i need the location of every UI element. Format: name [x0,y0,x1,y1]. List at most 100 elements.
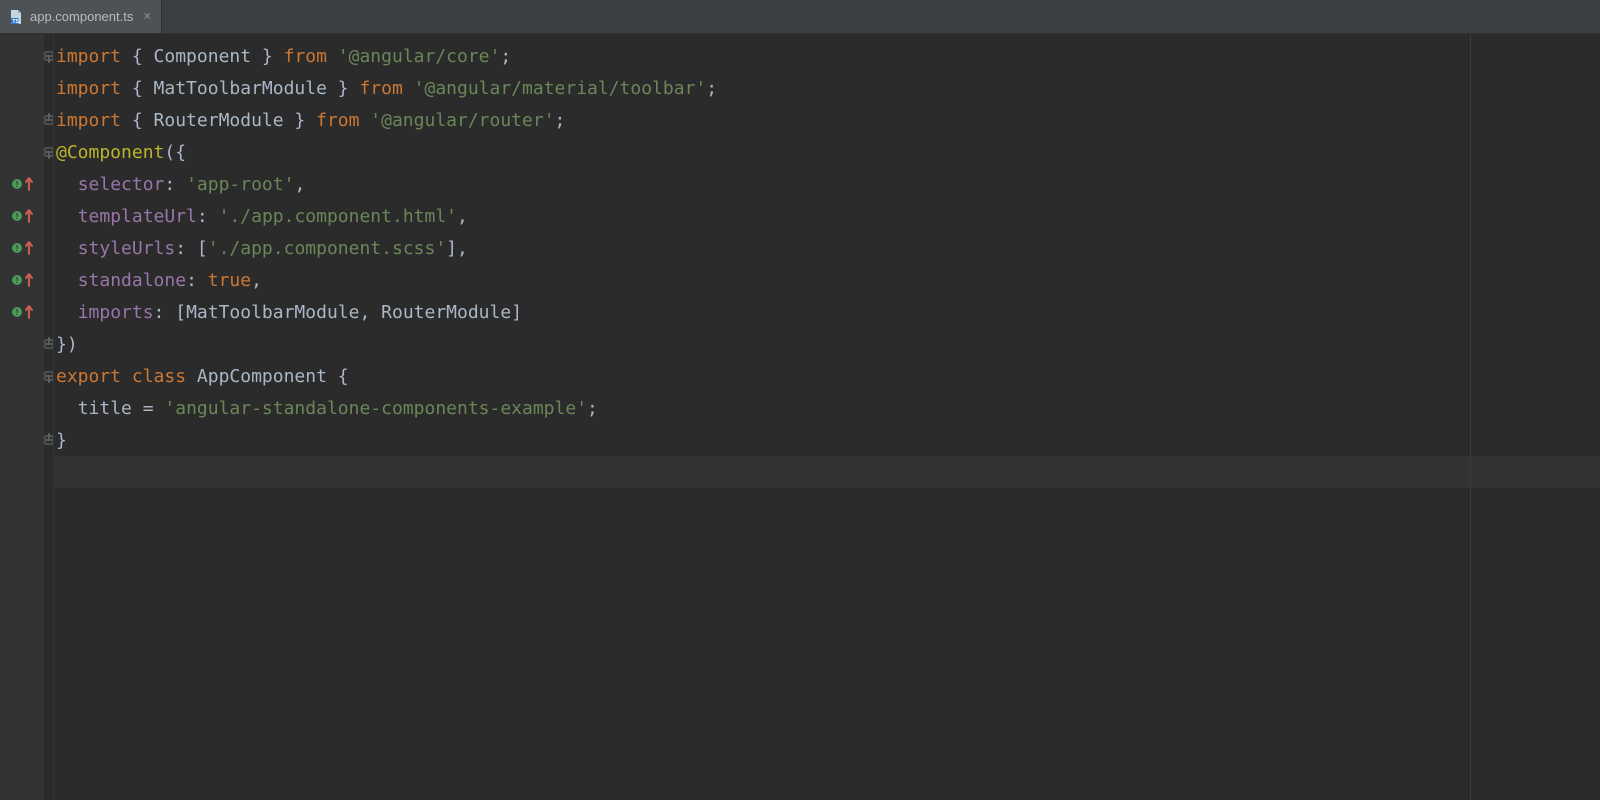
code-token [56,174,78,195]
code-token: AppComponent [197,366,327,387]
code-token: RouterModule [381,302,511,323]
svg-text:!: ! [15,212,20,221]
code-token: }) [56,334,78,355]
code-token: from [359,78,413,99]
code-token: , [457,206,468,227]
pull-up-hint-icon[interactable]: ! [0,200,44,232]
code-editor[interactable]: !!!!! import { Component } from '@angula… [0,34,1600,800]
code-token: './app.component.scss' [208,238,446,259]
code-token: './app.component.html' [219,206,457,227]
code-token: ; [555,110,566,131]
pull-up-hint-icon[interactable]: ! [0,296,44,328]
pull-up-hint-icon[interactable]: ! [0,264,44,296]
code-token: selector [78,174,165,195]
code-token: { [121,46,154,67]
code-token: MatToolbarModule [186,302,359,323]
code-token: ; [500,46,511,67]
editor-gutter: !!!!! [0,34,44,800]
pull-up-hint-icon[interactable]: ! [0,168,44,200]
code-token: : [197,206,219,227]
code-token: , [294,174,305,195]
code-token: import [56,46,121,67]
code-token [56,398,78,419]
svg-text:!: ! [15,180,20,189]
code-token: Component [154,46,252,67]
code-token: from [284,46,338,67]
code-token: styleUrls [78,238,176,259]
code-token: title [78,398,132,419]
code-token: , [359,302,381,323]
code-line[interactable]: standalone: true, [54,264,1600,296]
code-token: } [251,46,284,67]
code-token: '@angular/material/toolbar' [414,78,707,99]
code-token [56,270,78,291]
code-line[interactable]: @Component({ [54,136,1600,168]
code-line[interactable]: } [54,424,1600,456]
code-token: { [121,78,154,99]
fold-toggle-icon[interactable] [44,328,53,360]
code-token: MatToolbarModule [154,78,327,99]
code-token: ; [706,78,717,99]
close-tab-icon[interactable]: × [143,10,151,23]
svg-text:TS: TS [12,19,19,25]
code-token: '@angular/core' [338,46,501,67]
code-token: : [186,270,208,291]
code-token: } [56,430,67,451]
code-token: 'angular-standalone-components-example' [164,398,587,419]
code-token: import [56,110,121,131]
code-line[interactable]: selector: 'app-root', [54,168,1600,200]
fold-toggle-icon[interactable] [44,136,53,168]
code-line[interactable] [54,456,1600,488]
fold-column [44,34,54,800]
code-token: ({ [164,142,186,163]
code-token: @Component [56,142,164,163]
svg-text:!: ! [15,276,20,285]
fold-toggle-icon[interactable] [44,40,53,72]
code-line[interactable]: export class AppComponent { [54,360,1600,392]
code-area[interactable]: import { Component } from '@angular/core… [54,34,1600,800]
code-token: = [132,398,165,419]
fold-toggle-icon[interactable] [44,360,53,392]
code-token: standalone [78,270,186,291]
code-token: : [ [154,302,187,323]
code-line[interactable]: title = 'angular-standalone-components-e… [54,392,1600,424]
svg-text:!: ! [15,308,20,317]
typescript-file-icon: TS [8,9,24,25]
fold-toggle-icon[interactable] [44,104,53,136]
code-token [56,302,78,323]
code-token: , [251,270,262,291]
editor-tab-bar: TS app.component.ts × [0,0,1600,34]
code-token: export [56,366,132,387]
svg-text:!: ! [15,244,20,253]
code-token: ] [511,302,522,323]
fold-toggle-icon[interactable] [44,424,53,456]
code-line[interactable]: import { RouterModule } from '@angular/r… [54,104,1600,136]
code-token: true [208,270,251,291]
code-token [56,238,78,259]
code-line[interactable]: import { Component } from '@angular/core… [54,40,1600,72]
code-line[interactable]: import { MatToolbarModule } from '@angul… [54,72,1600,104]
pull-up-hint-icon[interactable]: ! [0,232,44,264]
code-token: { [327,366,349,387]
code-token: } [284,110,317,131]
code-token: RouterModule [154,110,284,131]
code-line[interactable]: templateUrl: './app.component.html', [54,200,1600,232]
code-token: ], [446,238,468,259]
code-token: import [56,78,121,99]
code-token: { [121,110,154,131]
code-token: '@angular/router' [370,110,554,131]
code-line[interactable]: styleUrls: ['./app.component.scss'], [54,232,1600,264]
code-token: : [ [175,238,208,259]
code-token: class [132,366,197,387]
code-token: 'app-root' [186,174,294,195]
code-line[interactable]: imports: [MatToolbarModule, RouterModule… [54,296,1600,328]
code-token: } [327,78,360,99]
editor-tab[interactable]: TS app.component.ts × [0,0,162,33]
tab-filename: app.component.ts [30,9,133,24]
code-token: from [316,110,370,131]
code-line[interactable]: }) [54,328,1600,360]
code-token: : [164,174,186,195]
code-token [56,206,78,227]
code-token: ; [587,398,598,419]
code-token: imports [78,302,154,323]
